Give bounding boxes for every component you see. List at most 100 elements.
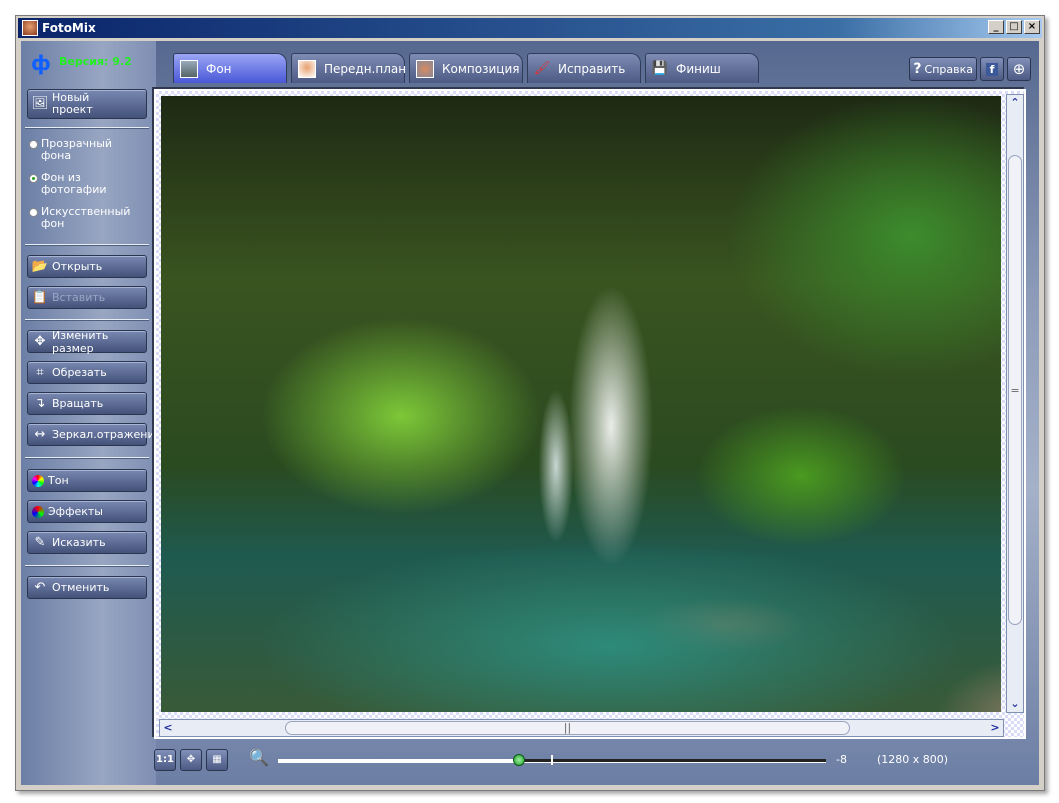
mirror-button[interactable]: ↔ Зеркал.отражение xyxy=(27,423,161,446)
radio-dot xyxy=(29,208,38,217)
folder-icon: 📂 xyxy=(31,259,49,274)
image-dimensions: (1280 x 800) xyxy=(877,753,949,766)
rotate-button[interactable]: ↴ Вращать xyxy=(27,392,147,415)
close-button[interactable]: × xyxy=(1024,20,1040,34)
new-project-icon: 🖼 xyxy=(31,96,49,111)
rotate-label: Вращать xyxy=(52,397,104,410)
scroll-left-arrow[interactable]: < xyxy=(160,720,176,736)
divider xyxy=(25,457,149,459)
divider xyxy=(25,319,149,321)
tab-label: Композиция xyxy=(442,61,520,76)
radio-photo-background[interactable]: Фон из фотогафии xyxy=(29,172,111,196)
globe-icon: ⊕ xyxy=(1012,60,1026,78)
window-title: FotoMix xyxy=(42,21,96,35)
background-photo[interactable] xyxy=(161,96,1001,712)
radio-artificial[interactable]: Искусственный фон xyxy=(29,206,131,230)
radio-label: Прозрачный фона xyxy=(41,137,113,162)
image-canvas[interactable]: ⌃ = ⌄ < || > xyxy=(154,89,1026,739)
undo-icon: ↶ xyxy=(34,580,46,595)
left-panel: ф Версия: 9.2 🖼 Новый проект Прозрачный ф… xyxy=(21,41,161,785)
website-button[interactable]: ⊕ xyxy=(1007,57,1031,81)
grid-button[interactable]: ▦ xyxy=(206,749,228,771)
tone-label: Тон xyxy=(48,474,69,487)
logo-icon: ф xyxy=(31,51,51,75)
vertical-scrollbar[interactable]: ⌃ = ⌄ xyxy=(1006,94,1024,713)
version-label: Версия: 9.2 xyxy=(59,55,132,68)
new-project-button[interactable]: 🖼 Новый проект xyxy=(27,89,147,119)
open-label: Открыть xyxy=(52,260,103,273)
minimize-button[interactable]: _ xyxy=(988,20,1004,34)
divider xyxy=(25,127,149,129)
magnifier-icon: 🔍 xyxy=(249,748,269,767)
fit-to-window-button[interactable]: ✥ xyxy=(180,749,202,771)
scroll-up-arrow[interactable]: ⌃ xyxy=(1007,95,1023,111)
title-bar: FotoMix _ □ × xyxy=(18,18,1042,38)
effects-icon xyxy=(32,505,44,518)
radio-transparent[interactable]: Прозрачный фона xyxy=(29,137,113,162)
tab-label: Передн.план xyxy=(324,61,407,76)
tab-label: Фон xyxy=(206,61,232,76)
effects-button[interactable]: Эффекты xyxy=(27,500,147,523)
crop-label: Обрезать xyxy=(52,366,107,379)
facebook-icon: f xyxy=(985,62,999,76)
distort-label: Исказить xyxy=(52,536,106,549)
radio-dot xyxy=(29,140,38,149)
vertical-scroll-thumb[interactable]: = xyxy=(1008,155,1022,625)
paste-icon: 📋 xyxy=(31,290,49,305)
paste-label: Вставить xyxy=(52,291,106,304)
undo-label: Отменить xyxy=(52,581,110,594)
distort-icon: ✎ xyxy=(34,535,46,550)
zoom-slider[interactable] xyxy=(278,754,826,766)
horizontal-scroll-thumb[interactable]: || xyxy=(285,721,850,735)
crop-button[interactable]: ⌗ Обрезать xyxy=(27,361,147,384)
zoom-slider-thumb[interactable] xyxy=(513,754,526,766)
radio-dot xyxy=(29,174,38,183)
undo-button[interactable]: ↶ Отменить xyxy=(27,576,147,599)
effects-label: Эффекты xyxy=(48,505,103,518)
brush-icon: 🖌 xyxy=(533,61,551,76)
app-window: FotoMix _ □ × ф Версия: 9.2 🖼 Новый проек… xyxy=(15,15,1045,791)
crop-icon: ⌗ xyxy=(36,365,44,380)
maximize-button[interactable]: □ xyxy=(1006,20,1022,34)
mirror-label: Зеркал.отражение xyxy=(52,428,162,441)
actual-size-button[interactable]: 1:1 xyxy=(154,749,176,771)
facebook-button[interactable]: f xyxy=(980,57,1004,81)
app-icon xyxy=(22,20,38,36)
tab-foreground[interactable]: Передн.план xyxy=(291,53,407,83)
tone-button[interactable]: Тон xyxy=(27,469,147,492)
tab-fix[interactable]: 🖌 Исправить xyxy=(527,53,641,83)
mirror-icon: ↔ xyxy=(34,427,46,442)
tab-label: Исправить xyxy=(558,61,626,76)
zoom-bar: 1:1 ✥ ▦ 🔍 -8 (1280 x 800) xyxy=(154,746,1039,782)
tab-background[interactable]: Фон xyxy=(173,53,287,83)
distort-button[interactable]: ✎ Исказить xyxy=(27,531,147,554)
tab-label: Финиш xyxy=(676,61,721,76)
paste-button[interactable]: 📋 Вставить xyxy=(27,286,147,309)
open-button[interactable]: 📂 Открыть xyxy=(27,255,147,278)
scroll-right-arrow[interactable]: > xyxy=(987,720,1003,736)
resize-button[interactable]: ✥ Изменить размер xyxy=(27,328,147,355)
save-disk-icon: 💾 xyxy=(651,61,669,76)
divider xyxy=(25,565,149,567)
horizontal-scrollbar[interactable]: < || > xyxy=(159,719,1004,737)
composition-icon xyxy=(416,59,434,78)
tab-finish[interactable]: 💾 Финиш xyxy=(645,53,759,83)
help-icon: ? xyxy=(913,61,922,77)
person-icon xyxy=(298,59,316,78)
color-wheel-icon xyxy=(32,474,44,487)
landscape-icon xyxy=(180,59,198,78)
radio-label: Фон из фотогафии xyxy=(41,171,107,196)
rotate-icon: ↴ xyxy=(34,396,46,411)
radio-label: Искусственный фон xyxy=(41,205,131,230)
new-project-label: Новый проект xyxy=(52,91,93,116)
scroll-down-arrow[interactable]: ⌄ xyxy=(1007,696,1023,712)
tab-composition[interactable]: Композиция xyxy=(409,53,523,83)
zoom-value: -8 xyxy=(836,753,847,766)
main-body: ф Версия: 9.2 🖼 Новый проект Прозрачный ф… xyxy=(21,41,1039,785)
help-button[interactable]: ? Справка xyxy=(909,57,977,81)
help-label: Справка xyxy=(924,62,973,76)
slider-center-tick xyxy=(551,755,553,765)
move-arrows-icon: ✥ xyxy=(34,334,46,349)
resize-label: Изменить размер xyxy=(52,328,109,355)
divider xyxy=(25,244,149,246)
